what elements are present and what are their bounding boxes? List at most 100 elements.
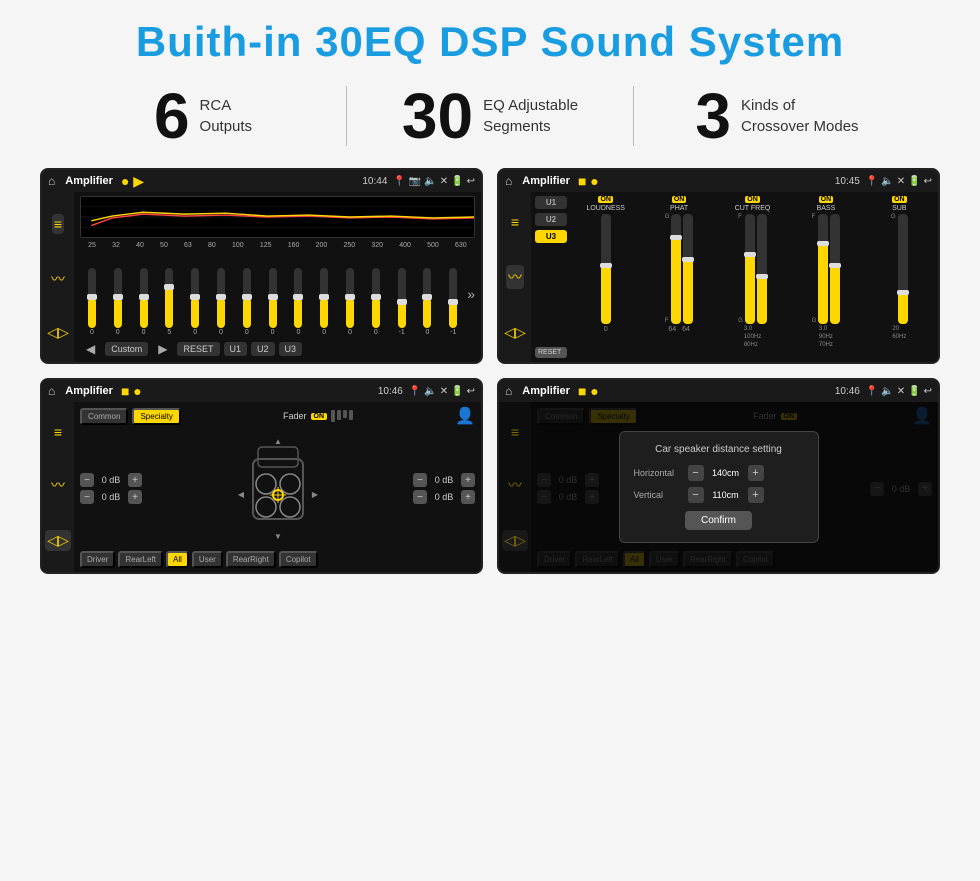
screen3-all-btn[interactable]: All [166, 551, 189, 568]
db-val-3: 0 dB [430, 475, 458, 485]
screen3-user-btn[interactable]: User [192, 551, 223, 568]
speaker-sidebar-icon[interactable]: ◁▷ [47, 324, 69, 341]
eq-u2-btn[interactable]: U2 [251, 342, 275, 356]
screen3-fader-bars [331, 410, 353, 422]
screen3-eq-icon[interactable]: ≡ [54, 424, 62, 440]
screen3-tab-row: Common Specialty Fader ON [80, 406, 475, 426]
screen2-time: 10:45 [835, 176, 860, 187]
screen4-body: ≡ 〰 ◁▷ Common Specialty Fader ON 👤 [499, 402, 938, 572]
screen2-container: ⌂ Amplifier ■ ● 10:45 📍 🔈 ✕ 🔋 ↩ ≡ 〰 ◁▷ [497, 168, 940, 364]
screen3-wave-icon[interactable]: 〰 [51, 475, 65, 495]
channel-sub: ON SUB G [865, 196, 934, 358]
back-icon[interactable]: ↩ [467, 176, 475, 187]
screen4-back-icon[interactable]: ↩ [924, 386, 932, 397]
eq-play-btn[interactable]: ▶ [152, 340, 173, 358]
screen3-back-icon[interactable]: ↩ [467, 386, 475, 397]
confirm-button[interactable]: Confirm [685, 511, 752, 530]
vertical-plus-btn[interactable]: + [748, 487, 764, 503]
eq-sidebar-icon[interactable]: ≡ [52, 214, 64, 234]
horizontal-minus-btn[interactable]: − [688, 465, 704, 481]
screen2-home-icon[interactable]: ⌂ [505, 174, 512, 188]
db-minus-3[interactable]: − [413, 473, 427, 487]
db-plus-2[interactable]: + [128, 490, 142, 504]
db-minus-4[interactable]: − [413, 490, 427, 504]
screen3-wifi-icon: ✕ [440, 386, 448, 397]
screen2-u1-btn[interactable]: U1 [535, 196, 567, 209]
screen3-sidebar: ≡ 〰 ◁▷ [42, 402, 74, 572]
screen4-topbar: ⌂ Amplifier ■ ● 10:46 📍 🔈 ✕ 🔋 ↩ [499, 380, 938, 402]
svg-text:◀: ◀ [238, 490, 245, 499]
stat-eq-desc: EQ Adjustable Segments [483, 95, 578, 137]
eq-slider-3: 0 [132, 268, 156, 336]
stat-rca: 6 RCA Outputs [60, 84, 346, 148]
screen2-reset-btn[interactable]: RESET [535, 347, 567, 358]
eq-freq-labels: 2532405063 80100125160200 25032040050063… [80, 242, 475, 249]
vertical-value: 110cm [708, 490, 744, 500]
screen3-speaker-icon[interactable]: ◁▷ [45, 530, 71, 551]
stat-eq-number: 30 [402, 84, 473, 148]
screen3-specialty-tab[interactable]: Specialty [132, 408, 180, 425]
eq-reset-btn[interactable]: RESET [177, 342, 219, 356]
db-minus-2[interactable]: − [80, 490, 94, 504]
screen1-topbar: ⌂ Amplifier ● ▶ 10:44 📍 📷 🔈 ✕ 🔋 ↩ [42, 170, 481, 192]
screen2-eq-icon[interactable]: ≡ [511, 214, 519, 230]
screen3-driver-btn[interactable]: Driver [80, 551, 115, 568]
wave-sidebar-icon[interactable]: 〰 [51, 269, 65, 289]
horizontal-plus-btn[interactable]: + [748, 465, 764, 481]
screen2-topbar-icons: 📍 🔈 ✕ 🔋 ↩ [866, 176, 932, 187]
stats-row: 6 RCA Outputs 30 EQ Adjustable Segments … [30, 84, 950, 148]
screen2-channels: ON LOUDNESS 0 [571, 196, 934, 358]
eq-custom-btn[interactable]: Custom [105, 342, 148, 356]
screen3-profile-icon[interactable]: 👤 [455, 406, 475, 426]
dialog-title: Car speaker distance setting [634, 444, 804, 455]
screen2-wave-icon[interactable]: 〰 [506, 265, 524, 289]
screen3-time: 10:46 [378, 386, 403, 397]
svg-text:▲: ▲ [274, 439, 282, 446]
screen1-topbar-icons: 📍 📷 🔈 ✕ 🔋 ↩ [393, 176, 475, 187]
screen3-common-tab[interactable]: Common [80, 408, 128, 425]
eq-graph [80, 196, 475, 238]
db-plus-4[interactable]: + [461, 490, 475, 504]
svg-text:▼: ▼ [274, 532, 282, 539]
screenshots-grid: ⌂ Amplifier ● ▶ 10:44 📍 📷 🔈 ✕ 🔋 ↩ ≡ 〰 [30, 168, 950, 574]
screen2-body: ≡ 〰 ◁▷ U1 U2 U3 RESET ON [499, 192, 938, 362]
screen2-speaker-icon[interactable]: ◁▷ [504, 324, 526, 341]
screen3-rearright-btn[interactable]: RearRight [226, 551, 276, 568]
screen3-db-ctrl-3: − 0 dB + [413, 473, 475, 487]
db-plus-1[interactable]: + [128, 473, 142, 487]
screen4-container: ⌂ Amplifier ■ ● 10:46 📍 🔈 ✕ 🔋 ↩ ≡ 〰 ◁▷ [497, 378, 940, 574]
stat-crossover: 3 Kinds of Crossover Modes [634, 84, 920, 148]
stat-eq: 30 EQ Adjustable Segments [347, 84, 633, 148]
eq-u3-btn[interactable]: U3 [279, 342, 303, 356]
screen2-u2-btn[interactable]: U2 [535, 213, 567, 226]
db-plus-3[interactable]: + [461, 473, 475, 487]
screen2-u3-btn[interactable]: U3 [535, 230, 567, 243]
db-val-1: 0 dB [97, 475, 125, 485]
eq-slider-8: 0 [261, 268, 285, 336]
screen3-rearleft-btn[interactable]: RearLeft [118, 551, 163, 568]
screen4-battery-icon: 🔋 [908, 386, 920, 397]
screen2-title: Amplifier [522, 175, 570, 187]
screen4-home-icon[interactable]: ⌂ [505, 384, 512, 398]
screen3-fader-content: Common Specialty Fader ON [74, 402, 481, 572]
screen3-battery-icon: 🔋 [451, 386, 463, 397]
eq-slider-10: 0 [312, 268, 336, 336]
screen3-dots: ■ ● [121, 383, 142, 399]
screen4-dialog-overlay: Car speaker distance setting Horizontal … [499, 402, 938, 572]
eq-sliders-row: 0 0 0 5 [80, 251, 475, 336]
screen3-copilot-btn[interactable]: Copilot [279, 551, 318, 568]
eq-prev-btn[interactable]: ◀ [80, 340, 101, 358]
screen1-dots: ● ▶ [121, 173, 144, 190]
screen3-home-icon[interactable]: ⌂ [48, 384, 55, 398]
home-icon[interactable]: ⌂ [48, 174, 55, 188]
eq-forward-icon[interactable]: » [467, 286, 475, 302]
vertical-minus-btn[interactable]: − [688, 487, 704, 503]
screen2-back-icon[interactable]: ↩ [924, 176, 932, 187]
db-val-4: 0 dB [430, 492, 458, 502]
eq-u1-btn[interactable]: U1 [224, 342, 248, 356]
screen3-db-ctrl-2: − 0 dB + [80, 490, 142, 504]
eq-slider-11: 0 [338, 268, 362, 336]
db-minus-1[interactable]: − [80, 473, 94, 487]
screen1-sidebar: ≡ 〰 ◁▷ [42, 192, 74, 362]
screen3-container: ⌂ Amplifier ■ ● 10:46 📍 🔈 ✕ 🔋 ↩ ≡ 〰 ◁▷ [40, 378, 483, 574]
